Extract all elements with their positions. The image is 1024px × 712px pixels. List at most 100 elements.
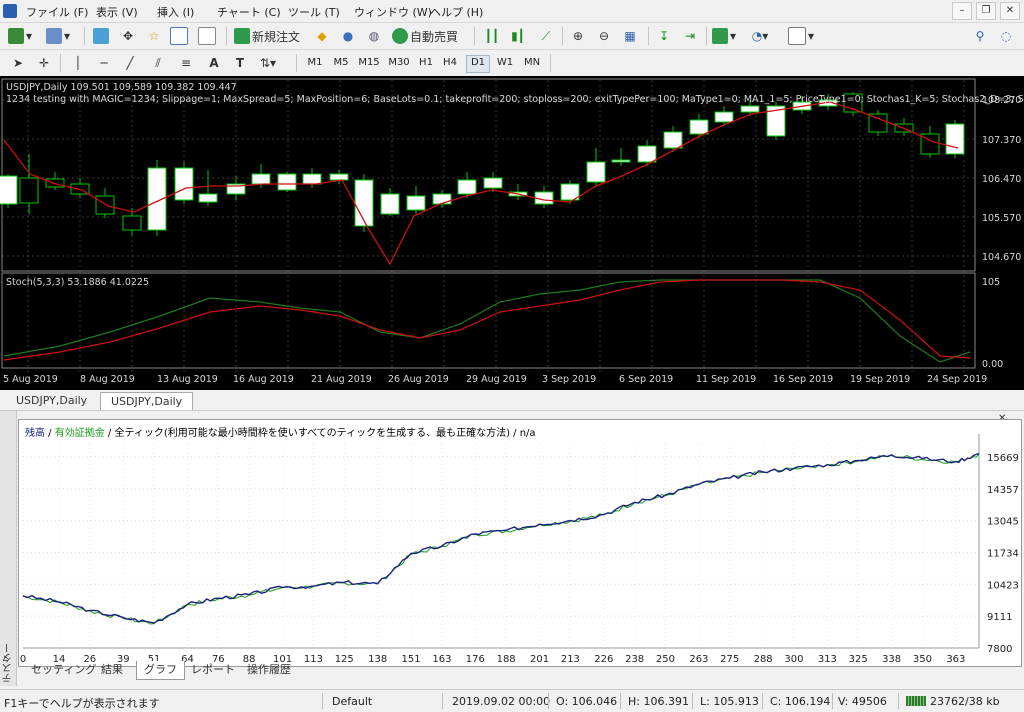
community-button[interactable]: ◍ [364, 26, 384, 46]
menu-view[interactable]: 表示 (V) [96, 4, 138, 20]
bar-chart-button[interactable]: ┃┃ [482, 26, 502, 46]
close-icon[interactable]: ✕ [1000, 2, 1020, 20]
profiles-button[interactable]: ▾ [46, 26, 70, 46]
status-low: L: 105.913 [700, 695, 759, 708]
chat-button[interactable]: ◌ [996, 26, 1016, 46]
date-tick: 5 Aug 2019 [3, 374, 58, 385]
candle-body [302, 173, 322, 185]
menu-bar: ファイル (F) 表示 (V) 挿入 (I) チャート (C) ツール (T) … [0, 0, 1024, 23]
tab-results[interactable]: 結果 [94, 661, 130, 679]
data-window-button[interactable]: ✥ [118, 26, 138, 46]
graph-x-tick: 163 [432, 654, 451, 665]
new-order-label: 新規注文 [252, 29, 301, 44]
fibonacci-button[interactable]: ≡ [176, 53, 196, 73]
cursor-button[interactable]: ➤ [8, 53, 28, 73]
graph-x-tick: 363 [946, 654, 965, 665]
crosshair-move-icon: ✥ [122, 29, 134, 43]
tab-report[interactable]: レポート [184, 661, 242, 679]
menu-file[interactable]: ファイル (F) [26, 4, 88, 20]
new-chart-button[interactable]: ▾ [8, 26, 32, 46]
timeframe-m5[interactable]: M5 [330, 55, 352, 71]
candle-body [714, 111, 734, 123]
graph-x-tick: 350 [913, 654, 932, 665]
legend-separator: / [45, 428, 55, 439]
new-order-button[interactable]: 新規注文 [234, 26, 300, 46]
tab-graph[interactable]: グラフ [136, 661, 185, 680]
periods-button[interactable]: ◔ ▾ [750, 26, 770, 46]
bar-chart-icon: ┃┃ [484, 29, 500, 43]
candle-body [122, 215, 142, 231]
grid-icon: ▦ [624, 29, 636, 43]
vertical-line-icon: │ [74, 56, 82, 70]
crosshair-button[interactable]: ✛ [34, 53, 54, 73]
timeframe-w1[interactable]: W1 [494, 55, 516, 71]
timeframe-m30[interactable]: M30 [386, 55, 412, 71]
chart-tab[interactable]: USDJPY,Daily [6, 392, 97, 409]
autoscroll-button[interactable]: ↧ [654, 26, 674, 46]
menu-insert[interactable]: 挿入 (I) [157, 4, 194, 20]
indicator-label: Stoch(5,3,3) 53.1886 41.0225 [6, 277, 150, 288]
search-button[interactable]: ⚲ [970, 26, 990, 46]
price-chart[interactable]: USDJPY,Daily 109.501 109.589 109.382 109… [0, 76, 1024, 390]
market-watch-button[interactable] [92, 26, 112, 46]
navigator-button[interactable]: ☆ [144, 26, 164, 46]
status-traffic: 23762/38 kb [930, 695, 1000, 708]
metaeditor-button[interactable]: ◆ [312, 26, 332, 46]
autoscroll-icon: ↧ [658, 29, 670, 43]
templates-button[interactable]: ▾ [788, 26, 814, 46]
timeframe-mn[interactable]: MN [520, 55, 544, 71]
horizontal-line-button[interactable]: ─ [94, 53, 114, 73]
tab-journal[interactable]: 操作履歴 [240, 661, 298, 679]
tab-settings[interactable]: セッティング [24, 661, 103, 679]
zoom-out-button[interactable]: ⊖ [594, 26, 614, 46]
price-tick: 104.670 [982, 252, 1022, 263]
text-label-button[interactable]: T [230, 53, 250, 73]
minimize-icon[interactable]: – [952, 2, 972, 20]
menu-help[interactable]: ヘルプ (H) [430, 4, 483, 20]
templates-icon [788, 27, 806, 45]
terminal-button[interactable] [170, 26, 190, 46]
timeframe-m15[interactable]: M15 [356, 55, 382, 71]
auto-trading-button[interactable]: 自動売買 [392, 26, 458, 46]
channel-button[interactable]: ⫽ [148, 53, 168, 73]
timeframe-d1[interactable]: D1 [466, 55, 490, 73]
menu-window[interactable]: ウィンドウ (W) [354, 4, 432, 20]
menu-chart[interactable]: チャート (C) [217, 4, 281, 20]
new-chart-icon [8, 28, 24, 44]
graph-y-tick: 7800 [987, 644, 1012, 655]
arrows-button[interactable]: ⇅ ▾ [258, 53, 278, 73]
date-tick: 6 Sep 2019 [619, 374, 674, 385]
timeframe-h4[interactable]: H4 [440, 55, 460, 71]
vertical-line-button[interactable]: │ [68, 53, 88, 73]
balance-series-line [22, 453, 980, 624]
candlestick-button[interactable]: ▮┃ [508, 26, 528, 46]
date-tick: 21 Aug 2019 [311, 374, 372, 385]
tile-windows-button[interactable]: ▦ [620, 26, 640, 46]
text-button[interactable]: A [204, 53, 224, 73]
line-chart-button[interactable]: ⟋ [536, 26, 556, 46]
timeframe-h1[interactable]: H1 [416, 55, 436, 71]
legend-model: 全ティック(利用可能な最小時間枠を使いすべてのティックを生成する、最も正確な方法… [114, 428, 536, 439]
graph-x-tick: 213 [561, 654, 580, 665]
date-tick: 11 Sep 2019 [696, 374, 757, 385]
candle-body [637, 145, 657, 163]
chart-tab-active[interactable]: USDJPY,Daily [100, 392, 194, 410]
strategy-tester-button[interactable] [198, 26, 218, 46]
trendline-button[interactable]: ╱ [120, 53, 140, 73]
timeframe-m1[interactable]: M1 [304, 55, 326, 71]
date-tick: 8 Aug 2019 [80, 374, 135, 385]
moving-average-line [3, 101, 959, 266]
price-chart-canvas[interactable] [0, 76, 1024, 390]
profiles-icon [46, 28, 62, 44]
window-controls: – ❐ ✕ [952, 2, 1020, 20]
restore-icon[interactable]: ❐ [976, 2, 996, 20]
menu-tools[interactable]: ツール (T) [288, 4, 340, 20]
graph-x-tick: 176 [466, 654, 485, 665]
zoom-in-button[interactable]: ⊕ [568, 26, 588, 46]
candle-body [354, 179, 374, 227]
chart-shift-button[interactable]: ⇥ [680, 26, 700, 46]
account-button[interactable]: ● [338, 26, 358, 46]
indicators-button[interactable]: ▾ [712, 26, 736, 46]
chart-shift-icon: ⇥ [684, 29, 696, 43]
clock-icon: ◔ [751, 29, 763, 43]
